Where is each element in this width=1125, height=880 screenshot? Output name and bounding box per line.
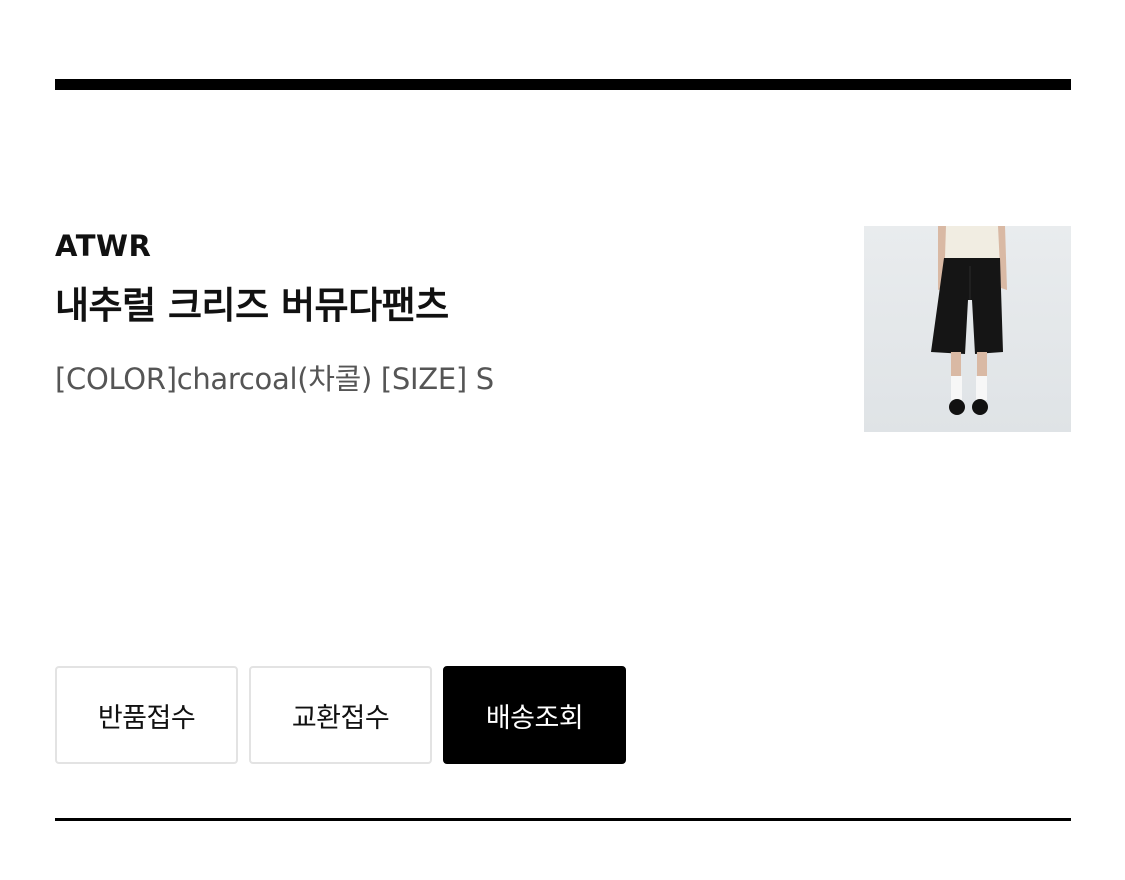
product-option: [COLOR]charcoal(차콜) [SIZE] S (55, 362, 494, 396)
brand-name: ATWR (55, 229, 152, 263)
section-bottom-divider (55, 818, 1071, 821)
order-action-buttons: 반품접수 교환접수 배송조회 (55, 666, 626, 764)
return-request-button[interactable]: 반품접수 (55, 666, 238, 764)
track-shipment-button[interactable]: 배송조회 (443, 666, 626, 764)
product-photo (864, 226, 1071, 432)
product-thumbnail[interactable] (864, 226, 1071, 432)
section-top-divider (55, 79, 1071, 90)
product-name[interactable]: 내추럴 크리즈 버뮤다팬츠 (55, 283, 449, 329)
exchange-request-button[interactable]: 교환접수 (249, 666, 432, 764)
